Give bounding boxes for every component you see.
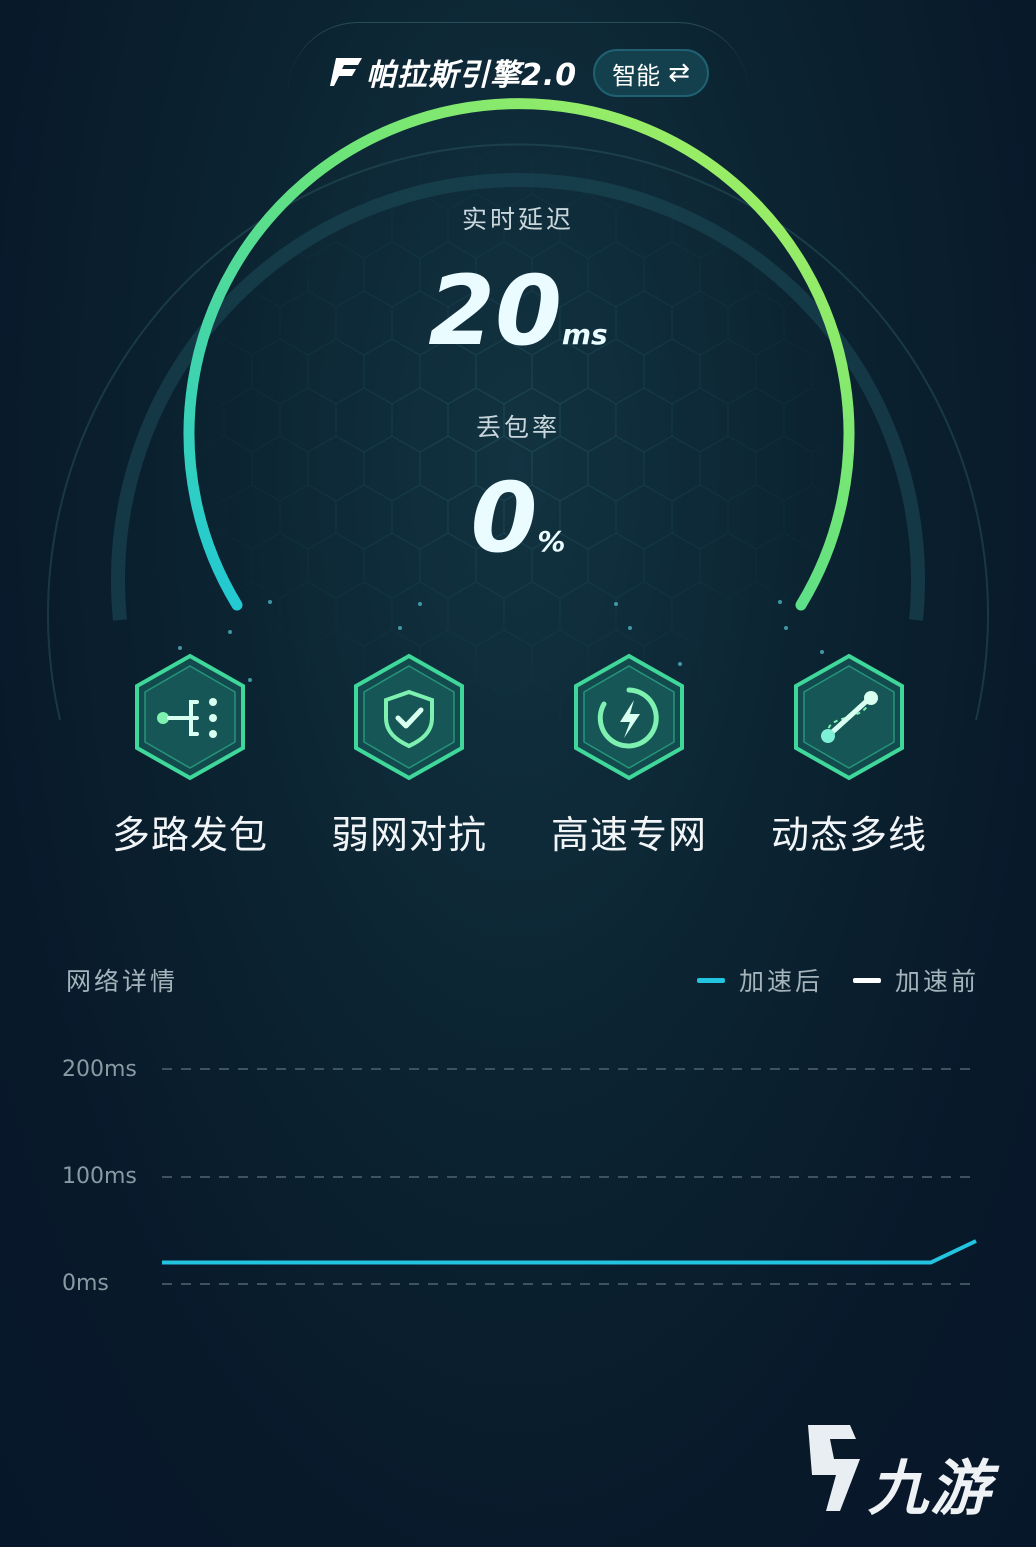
latency-unit: ms bbox=[561, 318, 608, 351]
legend-after: 加速后 bbox=[697, 962, 823, 998]
feature-multi-path[interactable]: 多路发包 bbox=[105, 652, 275, 859]
packet-loss-value: 0 bbox=[470, 462, 538, 574]
feature-label: 多路发包 bbox=[111, 813, 268, 857]
feature-weak-network[interactable]: 弱网对抗 bbox=[324, 652, 494, 859]
packet-loss-label: 丢包率 bbox=[475, 413, 560, 442]
latency-value: 20 bbox=[428, 255, 562, 367]
dynamic-route-icon bbox=[794, 653, 904, 781]
legend-swatch-after bbox=[697, 977, 725, 983]
watermark-text: 九游 bbox=[868, 1454, 992, 1524]
packet-loss-unit: % bbox=[537, 525, 566, 558]
latency-readout: 20ms bbox=[0, 255, 1036, 367]
feature-label: 动态多线 bbox=[770, 813, 927, 857]
legend-swatch-before bbox=[853, 977, 881, 983]
latency-label: 实时延迟 bbox=[461, 205, 574, 234]
feature-label: 弱网对抗 bbox=[330, 813, 487, 857]
legend-before: 加速前 bbox=[853, 962, 979, 998]
series-line-after bbox=[162, 1239, 977, 1265]
lightning-icon bbox=[574, 653, 684, 781]
network-latency-chart bbox=[162, 1068, 977, 1285]
feature-high-speed[interactable]: 高速专网 bbox=[544, 652, 714, 859]
legend-before-label: 加速前 bbox=[895, 967, 980, 996]
shield-check-icon bbox=[354, 653, 464, 781]
network-details-title: 网络详情 bbox=[66, 967, 179, 996]
feature-label: 高速专网 bbox=[550, 813, 707, 857]
multi-path-icon bbox=[135, 653, 245, 781]
packet-loss-readout: 0% bbox=[0, 462, 1036, 574]
feature-dynamic-lines[interactable]: 动态多线 bbox=[764, 652, 934, 859]
legend-after-label: 加速后 bbox=[739, 967, 824, 996]
